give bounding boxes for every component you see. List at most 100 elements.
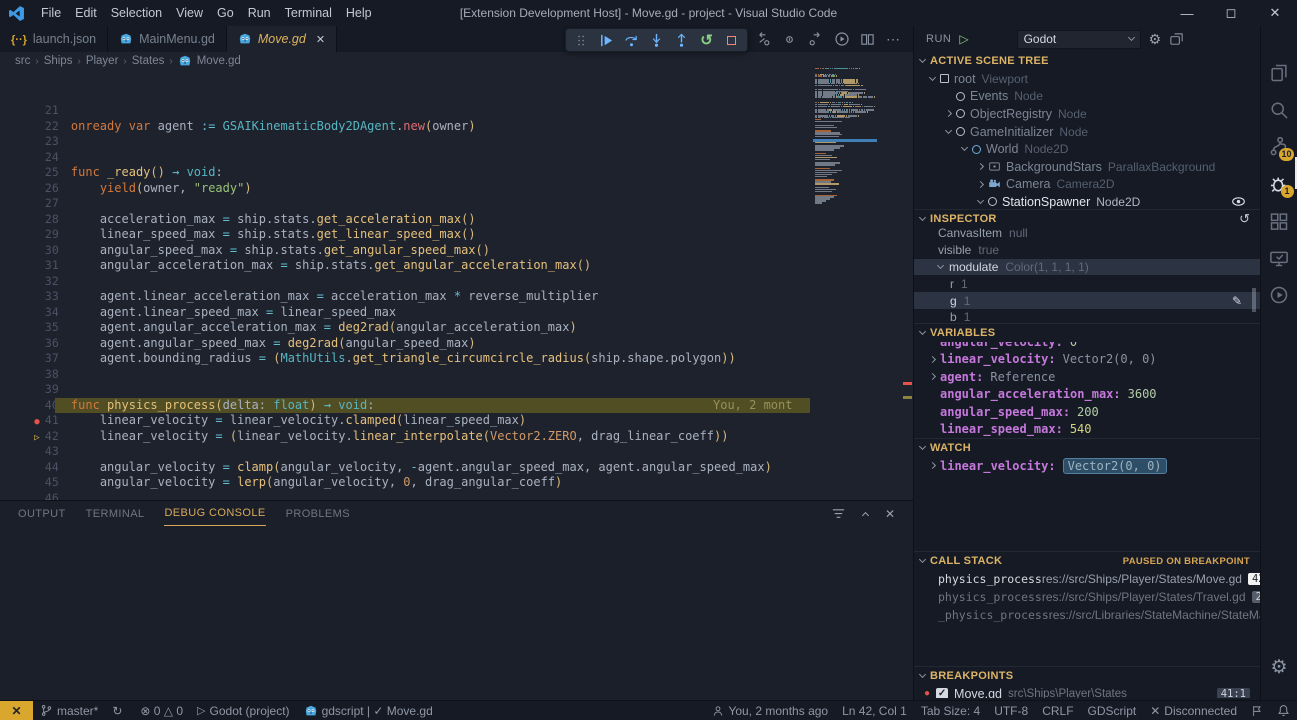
chevron-icon[interactable] [944,127,951,134]
panel-tab-debug-console[interactable]: DEBUG CONSOLE [164,501,265,526]
activity-gitlens[interactable] [1261,276,1297,313]
menu-edit[interactable]: Edit [68,6,104,20]
code-line-29[interactable]: 29 linear_speed_max = ship.stats.get_lin… [0,196,913,212]
chevron-icon[interactable] [976,181,983,188]
inspector-row-b[interactable]: b1 [914,309,1260,323]
activity-run-and-debug[interactable]: 1 [1261,165,1297,202]
panel-tab-output[interactable]: OUTPUT [18,501,66,526]
breadcrumb-item[interactable]: src [15,55,30,67]
navigate-back-button[interactable] [754,30,773,49]
status-godot-connection[interactable]: ✕Disconnected [1143,701,1244,720]
restart-button[interactable]: ↺ [695,30,718,50]
inspector-row-modulate[interactable]: modulateColor(1, 1, 1, 1) [914,259,1260,276]
scene-tree-node-gameinitializer[interactable]: GameInitializerNode [914,123,1260,141]
code-line-48[interactable]: 48 ship.rotation += angular_velocity * d… [0,491,913,501]
status-debug-target[interactable]: ▷Godot (project) [190,701,297,720]
minimap[interactable] [815,66,875,208]
status-notifications[interactable] [1270,701,1297,720]
activity-explorer[interactable] [1261,54,1297,91]
chevron-icon[interactable] [928,74,935,81]
menu-terminal[interactable]: Terminal [278,6,339,20]
manage-gear-icon[interactable]: ⚙ [1261,649,1297,686]
tab-move-gd[interactable]: Move.gd ✕ [227,26,337,52]
status-godot-language-server[interactable]: gdscript | ✓ Move.gd [297,701,440,720]
section-header-call-stack[interactable]: CALL STACKPAUSED ON BREAKPOINT [914,552,1260,570]
chevron-icon[interactable] [976,163,983,170]
step-out-button[interactable] [670,30,693,50]
scene-tree-node-camera[interactable]: CameraCamera2D [914,176,1260,194]
section-header-active-scene-tree[interactable]: ACTIVE SCENE TREE [914,52,1260,70]
code-line-21[interactable]: 21 [0,72,913,88]
close-tab-icon[interactable]: ✕ [316,33,325,46]
section-header-inspector[interactable]: INSPECTOR↺ [914,210,1260,228]
minimize-button[interactable]: — [1165,0,1209,26]
status-language-mode[interactable]: GDScript [1081,701,1144,720]
gear-icon[interactable]: ⚙ [1149,31,1162,48]
navigate-forward-button[interactable] [806,30,825,49]
maximize-button[interactable]: ◻ [1209,0,1253,26]
collapse-panel-button[interactable] [863,505,868,523]
activity-search[interactable] [1261,91,1297,128]
scene-tree-node-events[interactable]: EventsNode [914,88,1260,106]
code-line-26[interactable]: 26 yield(owner, "ready") [0,150,913,166]
breakpoint-checkbox[interactable]: ✓ [936,688,948,699]
open-debug-console-icon[interactable] [1169,32,1184,47]
breadcrumb-item[interactable]: Player [86,55,119,67]
scene-tree-node-root[interactable]: rootViewport [914,70,1260,88]
navigate-last-edit-button[interactable] [780,30,799,49]
step-into-button[interactable] [645,30,668,50]
section-header-watch[interactable]: WATCH [914,439,1260,457]
tab-launch-json[interactable]: {··} launch.json [0,26,108,52]
launch-config-select[interactable]: Godot [1017,30,1141,49]
watch-linear_velocity[interactable]: linear_velocity:Vector2(0, 0) [914,457,1260,475]
split-editor-button[interactable] [858,30,877,49]
status-eol[interactable]: CRLF [1035,701,1080,720]
edit-value-icon[interactable]: ✎ [1232,294,1242,308]
section-header-variables[interactable]: VARIABLES [914,324,1260,342]
variable-agent[interactable]: agent:Reference [914,368,1260,386]
activity-source-control[interactable]: 10 [1261,128,1297,165]
remote-indicator[interactable]: ✕ [0,701,33,720]
status-problems[interactable]: ⊗ 0 △ 0 [133,701,190,720]
code-line-45[interactable]: 45 angular_velocity = lerp(angular_veloc… [0,444,913,460]
start-debug-button[interactable]: ▷ [959,32,968,46]
variable-linear_speed_max[interactable]: linear_speed_max:540 [914,421,1260,439]
code-editor[interactable]: 21 22onready var agent := GSAIKinematicB… [0,70,913,500]
continue-button[interactable] [595,30,618,50]
stack-frame[interactable]: physics_process res://src/Ships/Player/S… [914,570,1260,588]
code-line-25[interactable]: 25func _ready() → void: [0,134,913,150]
breadcrumb-item[interactable]: States [132,55,165,67]
code-line-22[interactable]: 22onready var agent := GSAIKinematicBody… [0,88,913,104]
menu-help[interactable]: Help [339,6,379,20]
breadcrumb[interactable]: src›Ships›Player›States› Move.gd [0,52,913,70]
scene-tree-node-backgroundstars[interactable]: BackgroundStarsParallaxBackground [914,158,1260,176]
activity-remote-explorer[interactable] [1261,239,1297,276]
status-encoding[interactable]: UTF-8 [987,701,1035,720]
inspector-row-canvasitem[interactable]: CanvasItemnull [914,228,1260,242]
status-sync[interactable]: ↻ [105,701,133,720]
breadcrumb-item[interactable]: Ships [44,55,73,67]
inspector-row-visible[interactable]: visibletrue [914,242,1260,259]
variable-angular_acceleration_max[interactable]: angular_acceleration_max:3600 [914,386,1260,404]
code-line-40[interactable]: 40func physics_process(delta: float) → v… [0,367,913,383]
status-cursor-position[interactable]: Ln 42, Col 1 [835,701,914,720]
chevron-icon[interactable] [960,144,967,151]
filter-icon[interactable] [831,506,846,521]
stop-button[interactable] [720,30,743,50]
chevron-icon[interactable] [944,110,951,117]
menu-file[interactable]: File [34,6,68,20]
inspector-row-g[interactable]: g1 ✎ [914,292,1260,309]
status-git-branch[interactable]: master* [33,701,105,720]
activity-extensions[interactable] [1261,202,1297,239]
scene-tree-node-objectregistry[interactable]: ObjectRegistryNode [914,105,1260,123]
menu-selection[interactable]: Selection [104,6,169,20]
status-git-blame[interactable]: You, 2 months ago [705,701,835,720]
scene-tree-node-stationspawner[interactable]: StationSpawnerNode2D [914,193,1260,209]
menu-view[interactable]: View [169,6,210,20]
drag-grip[interactable] [570,30,593,50]
breakpoint-entry[interactable]: ● ✓ Move.gdsrc\Ships\Player\States 41:1 [914,685,1260,698]
menu-run[interactable]: Run [241,6,278,20]
status-feedback[interactable] [1244,701,1270,720]
step-over-button[interactable] [620,30,643,50]
variable-linear_velocity[interactable]: linear_velocity:Vector2(0, 0) [914,351,1260,369]
